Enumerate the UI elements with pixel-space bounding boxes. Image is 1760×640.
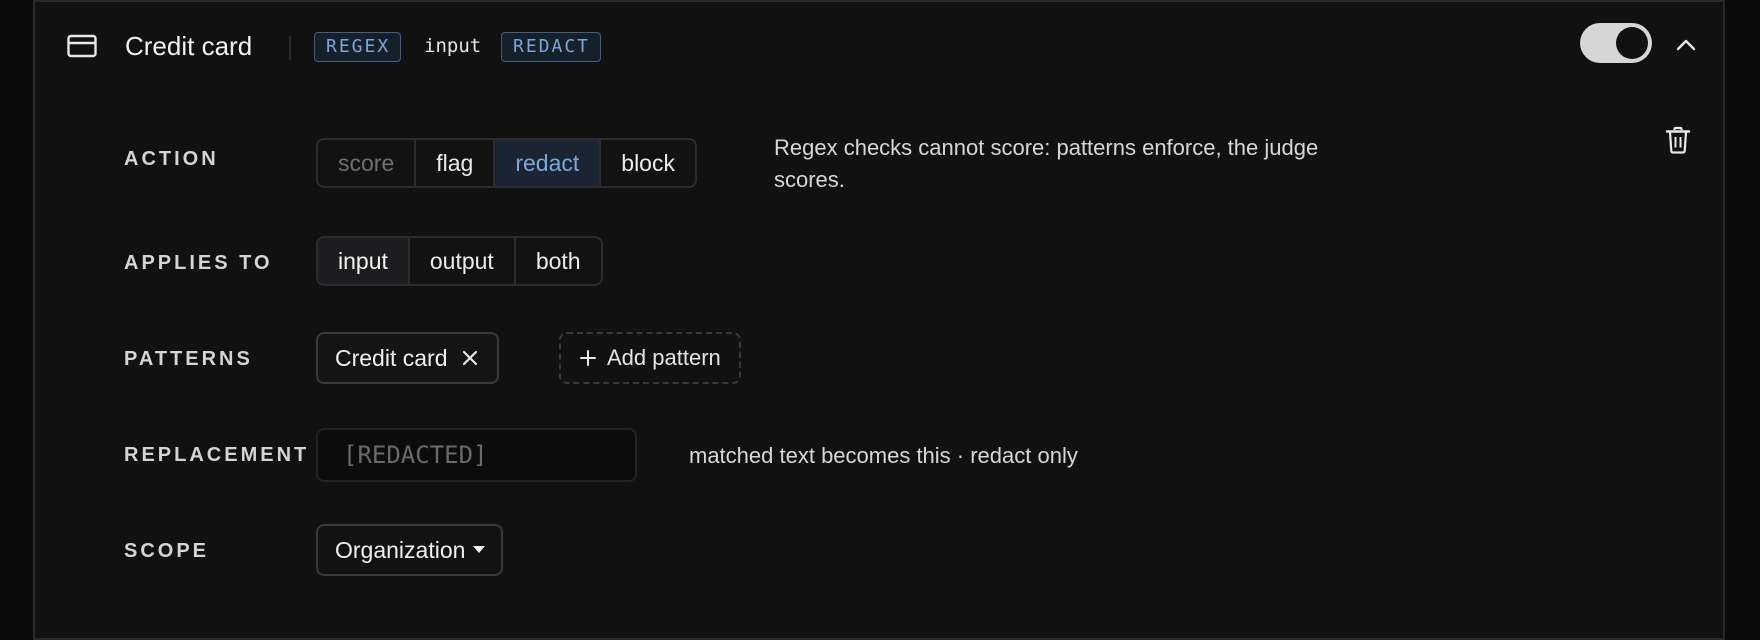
direction-text: input xyxy=(424,35,482,57)
scope-value: Organization xyxy=(335,536,466,563)
patterns-label: PATTERNS xyxy=(124,348,253,370)
rule-header[interactable]: Credit card REGEX input REDACT xyxy=(35,2,1723,94)
add-pattern-label: Add pattern xyxy=(607,345,721,370)
caret-down-icon xyxy=(473,546,486,553)
replacement-input[interactable]: [REDACTED] xyxy=(316,428,637,482)
add-pattern-button[interactable]: Add pattern xyxy=(559,332,741,384)
close-icon[interactable] xyxy=(461,349,479,367)
action-option-flag[interactable]: flag xyxy=(416,140,496,186)
action-tag: REDACT xyxy=(501,32,602,62)
applies-to-segmented-control: input output both xyxy=(316,236,603,286)
pattern-chip-label: Credit card xyxy=(335,344,448,371)
scope-select[interactable]: Organization xyxy=(316,524,504,576)
applies-option-output[interactable]: output xyxy=(410,238,516,284)
credit-card-icon xyxy=(67,34,97,58)
action-option-score: score xyxy=(318,140,417,186)
rule-title: Credit card xyxy=(125,31,253,61)
action-label: ACTION xyxy=(124,148,219,170)
replacement-label: REPLACEMENT xyxy=(124,444,310,466)
pattern-chip[interactable]: Credit card xyxy=(316,332,500,384)
toggle-knob xyxy=(1616,27,1648,59)
replacement-hint: matched text becomes this · redact only xyxy=(689,443,1078,468)
applies-option-input[interactable]: input xyxy=(318,238,410,284)
action-option-redact[interactable]: redact xyxy=(495,140,602,186)
applies-to-label: APPLIES TO xyxy=(124,252,273,274)
trash-icon[interactable] xyxy=(1665,126,1691,154)
scope-label: SCOPE xyxy=(124,540,210,562)
type-tag: REGEX xyxy=(314,32,402,62)
applies-option-both[interactable]: both xyxy=(516,238,601,284)
chevron-up-icon[interactable] xyxy=(1675,38,1697,52)
header-divider xyxy=(289,36,291,60)
enable-toggle[interactable] xyxy=(1580,23,1652,63)
action-option-block[interactable]: block xyxy=(601,140,695,186)
plus-icon xyxy=(580,350,596,366)
rule-card: Credit card REGEX input REDACT ACTION sc… xyxy=(33,0,1725,640)
action-segmented-control: score flag redact block xyxy=(316,138,697,188)
action-hint: Regex checks cannot score: patterns enfo… xyxy=(774,135,1319,192)
